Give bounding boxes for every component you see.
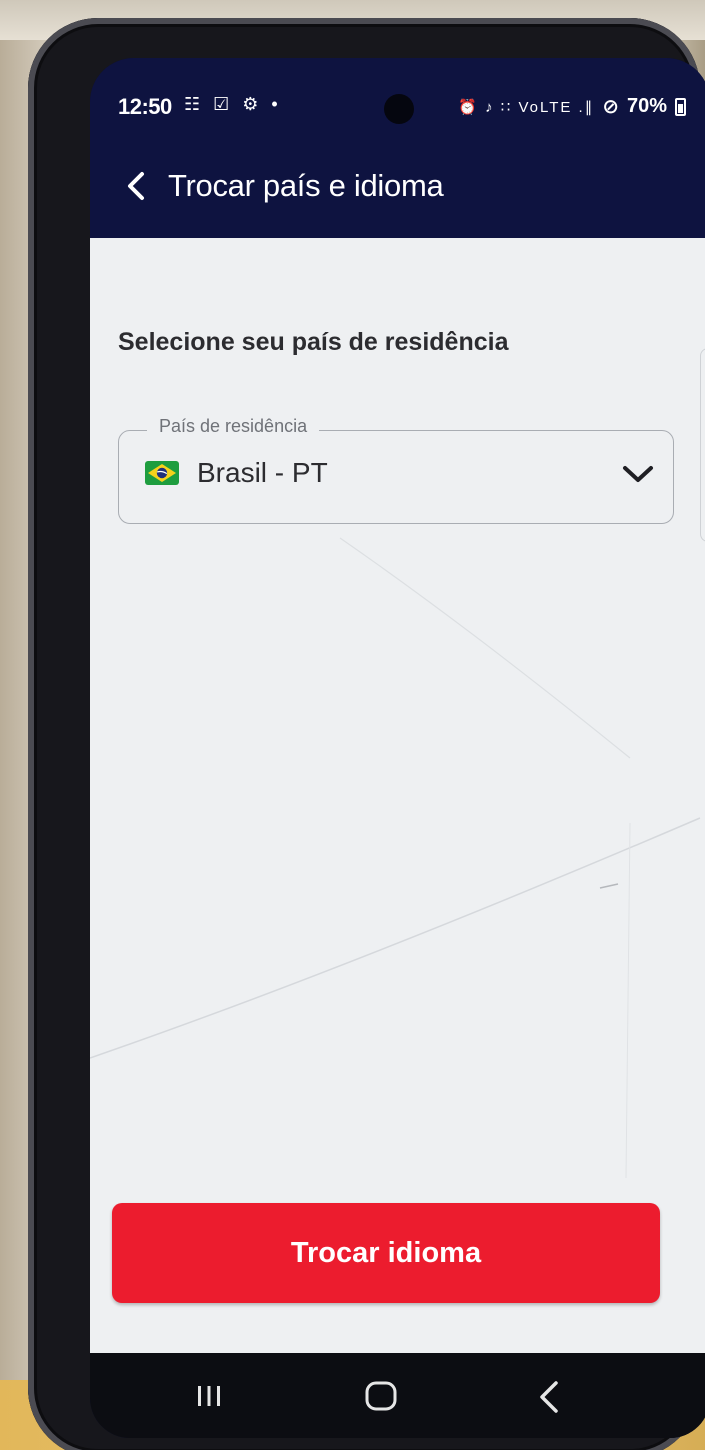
screen-crack-lines	[90, 537, 701, 1179]
phone-screen: 12:50 ☷ ☑ ⚙ • ⏰ ♪ ∷ VoLTE .∥ ⊘ 70% Troca…	[90, 58, 705, 1438]
main-content: Selecione seu país de residência País de…	[90, 238, 705, 1353]
scroll-indicator	[700, 348, 705, 542]
status-right-group: ⏰ ♪ ∷ VoLTE .∥ ⊘ 70%	[458, 94, 686, 119]
battery-icon	[675, 97, 686, 116]
brazil-flag-icon	[145, 461, 179, 485]
phone-frame: 12:50 ☷ ☑ ⚙ • ⏰ ♪ ∷ VoLTE .∥ ⊘ 70% Troca…	[28, 18, 705, 1450]
signal-icons: ⏰ ♪ ∷ VoLTE .∥	[458, 98, 595, 116]
back-arrow-icon[interactable]	[124, 166, 154, 206]
page-title: Trocar país e idioma	[168, 168, 444, 203]
nav-back-icon[interactable]	[536, 1379, 562, 1415]
system-nav-bar	[90, 1353, 705, 1438]
change-language-button[interactable]: Trocar idioma	[112, 1203, 660, 1303]
do-not-disturb-icon: ⊘	[602, 96, 619, 118]
status-time: 12:50	[118, 94, 172, 119]
home-icon[interactable]	[362, 1377, 400, 1415]
front-camera	[384, 94, 414, 124]
country-select[interactable]: País de residência Brasil - PT	[118, 416, 674, 524]
country-select-label: País de residência	[147, 416, 320, 437]
recents-icon[interactable]	[194, 1381, 224, 1411]
status-notification-icons: ☷ ☑ ⚙ •	[184, 94, 282, 114]
section-title: Selecione seu país de residência	[118, 328, 509, 356]
country-select-value: Brasil - PT	[197, 457, 328, 488]
battery-percent: 70%	[626, 95, 667, 117]
app-bar: Trocar país e idioma	[90, 146, 705, 238]
chevron-down-icon[interactable]	[621, 463, 655, 485]
